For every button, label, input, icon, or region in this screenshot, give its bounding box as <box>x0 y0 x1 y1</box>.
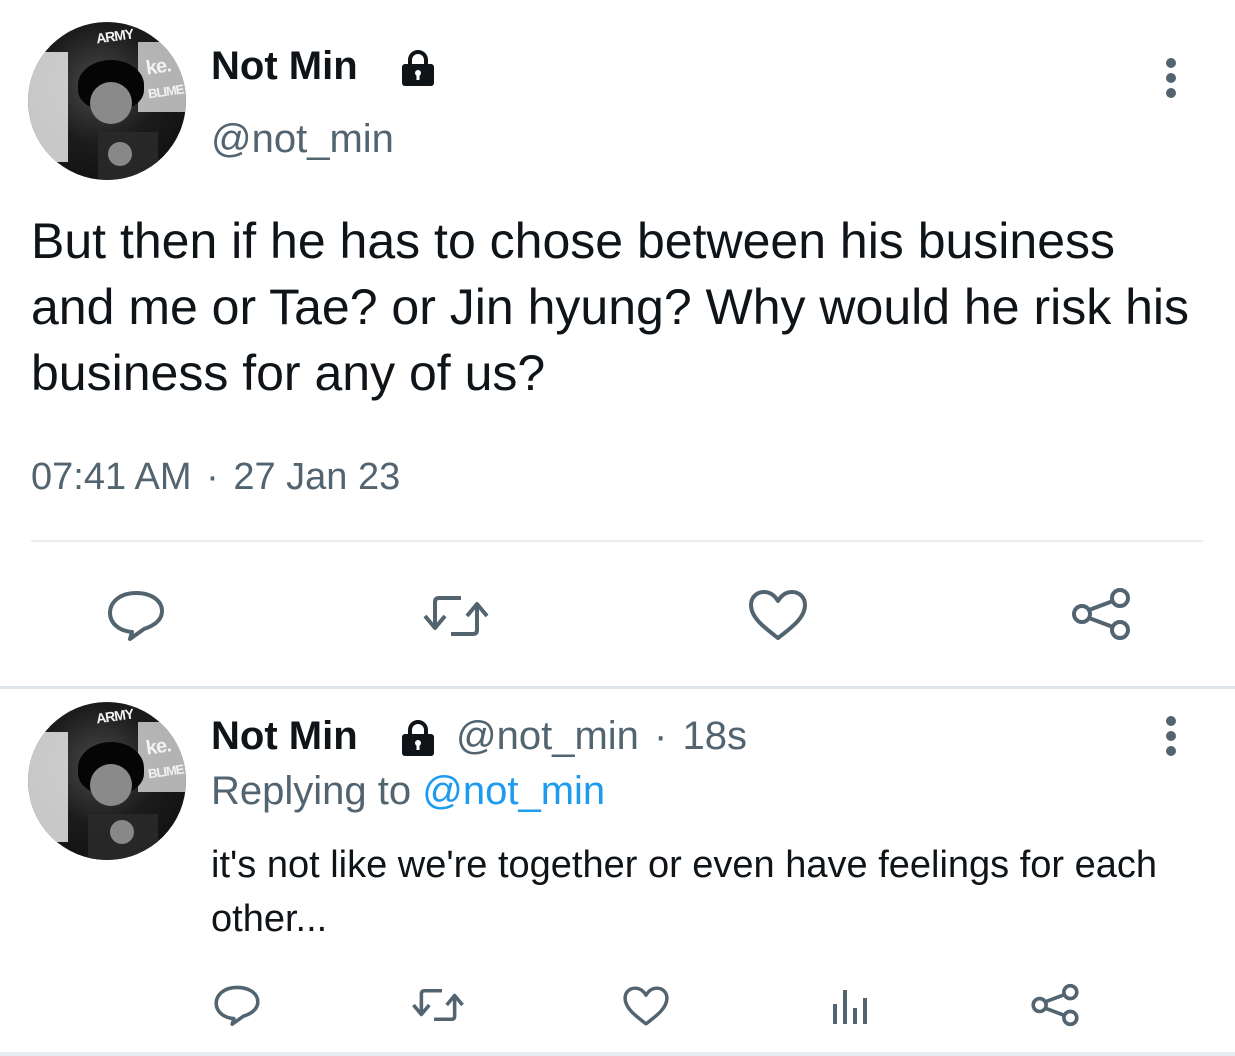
avatar-text: ARMY <box>95 705 135 727</box>
reply-button[interactable] <box>213 984 261 1026</box>
display-name[interactable]: Not Min <box>211 714 358 759</box>
display-name[interactable]: Not Min <box>211 44 358 89</box>
handle[interactable]: @not_min <box>456 714 639 758</box>
avatar[interactable]: ARMY ke. BLIME <box>28 22 186 180</box>
reply-header-meta: @not_min · 18s <box>456 714 747 759</box>
analytics-button[interactable] <box>827 984 871 1028</box>
retweet-button[interactable] <box>421 592 491 640</box>
share-button[interactable] <box>1070 586 1132 642</box>
like-icon <box>623 986 669 1026</box>
divider <box>0 1052 1235 1056</box>
tweet-text: it's not like we're together or even hav… <box>211 844 1158 940</box>
avatar-text: ke. <box>144 734 173 760</box>
reply-icon <box>108 591 164 641</box>
reply-button[interactable] <box>106 589 166 641</box>
like-button[interactable] <box>622 985 670 1027</box>
share-icon <box>1072 588 1130 640</box>
meta-separator: · <box>654 714 668 758</box>
handle[interactable]: @not_min <box>211 117 394 162</box>
tweet-separator <box>0 686 1235 689</box>
tweet-date: 27 Jan 23 <box>233 456 401 498</box>
avatar-text: ARMY <box>95 25 135 47</box>
analytics-icon <box>833 990 867 1024</box>
tweet-text: But then if he has to chose between his … <box>31 213 1190 401</box>
retweet-icon <box>423 596 489 636</box>
tweet-timestamp[interactable]: 07:41 AM · 27 Jan 23 <box>31 456 400 499</box>
lock-icon <box>402 50 434 86</box>
retweet-button[interactable] <box>410 986 466 1024</box>
retweet-icon <box>412 988 464 1022</box>
share-icon <box>1031 983 1079 1027</box>
lock-icon <box>402 720 434 756</box>
reply-icon <box>214 985 260 1026</box>
divider <box>31 540 1203 542</box>
share-button[interactable] <box>1030 982 1080 1028</box>
more-options-icon[interactable] <box>1164 58 1178 103</box>
like-icon <box>749 590 807 640</box>
replying-label: Replying to <box>211 769 412 813</box>
replying-handle-link[interactable]: @not_min <box>422 769 605 813</box>
more-options-icon[interactable] <box>1164 716 1178 761</box>
avatar-text: ke. <box>144 54 173 80</box>
tweet-time: 07:41 AM <box>31 456 192 498</box>
meta-separator: · <box>206 456 219 498</box>
like-button[interactable] <box>747 588 809 642</box>
avatar[interactable]: ARMY ke. BLIME <box>28 702 186 860</box>
tweet-age[interactable]: 18s <box>683 714 748 758</box>
replying-to: Replying to @not_min <box>211 769 605 814</box>
